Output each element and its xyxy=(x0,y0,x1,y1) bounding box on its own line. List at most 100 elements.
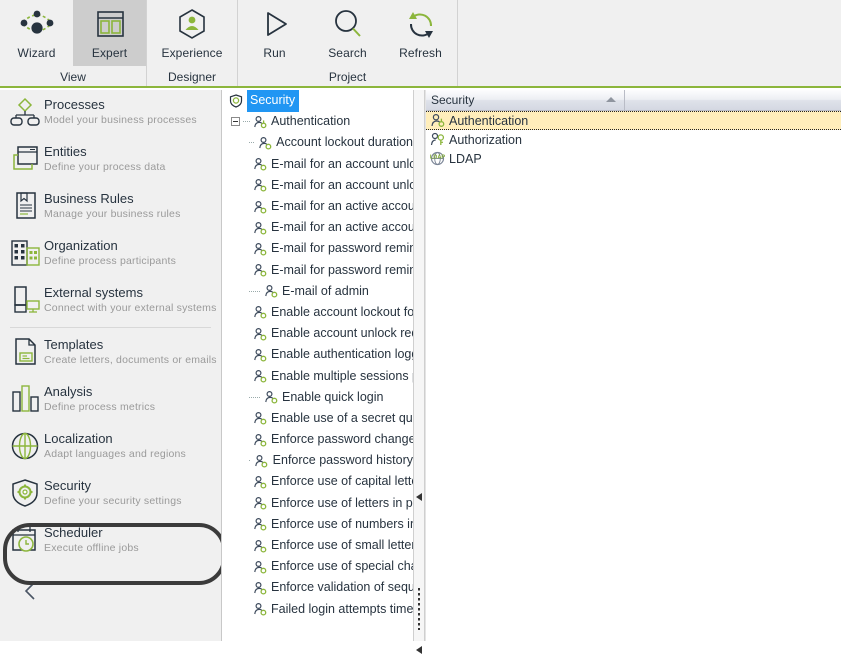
sidebar-item-organization-subtitle: Define process participants xyxy=(44,255,177,267)
sidebar-item-analysis[interactable]: Analysis Define process metrics xyxy=(0,377,221,424)
sidebar-item-business-rules-text: Business Rules Manage your business rule… xyxy=(44,187,181,221)
sidebar-item-organization-title: Organization xyxy=(44,238,118,253)
sidebar-collapse-button[interactable] xyxy=(18,579,44,605)
analysis-icon xyxy=(8,380,44,418)
tree-node-security[interactable]: Security xyxy=(223,90,413,113)
sidebar-item-templates[interactable]: Templates Create letters, documents or e… xyxy=(0,330,221,377)
tree-node-setting-label: Enforce password history xyxy=(272,453,413,468)
experience-button[interactable]: Experience xyxy=(147,0,237,66)
search-button-label: Search xyxy=(328,46,367,60)
dotted-grip-icon xyxy=(418,588,420,630)
ribbon-groups: Wizard Expert View Experience Designer R… xyxy=(0,0,841,86)
ribbon-toolbar: Wizard Expert View Experience Designer R… xyxy=(0,0,841,88)
grid-row[interactable]: Authorization xyxy=(425,130,841,149)
sidebar-item-scheduler[interactable]: Scheduler Execute offline jobs xyxy=(0,518,221,565)
tree-children-list: Account lockout duration E-mail for an ac… xyxy=(223,132,413,619)
tree-node-setting[interactable]: Enforce use of letters in pa xyxy=(223,493,413,514)
grid-row[interactable]: LDAP LDAP xyxy=(425,149,841,168)
expert-button[interactable]: Expert xyxy=(73,0,146,66)
tree-connector xyxy=(243,121,250,123)
tree-node-setting-label: E-mail for an active accoun xyxy=(271,220,413,235)
sidebar-item-external-systems[interactable]: External systems Connect with your exter… xyxy=(0,278,221,325)
ribbon-group-project-label: Project xyxy=(328,70,367,84)
sidebar-item-security-title: Security xyxy=(44,478,91,493)
tree-node-setting[interactable]: Enforce use of capital lette xyxy=(223,471,413,492)
wizard-button-label: Wizard xyxy=(17,46,56,60)
tree-node-setting-label: E-mail for an account unlo xyxy=(271,177,413,192)
tree-node-setting[interactable]: Enforce password history xyxy=(223,450,413,471)
sidebar-divider xyxy=(10,327,211,328)
security-icon xyxy=(8,474,44,512)
sidebar-item-localization[interactable]: Localization Adapt languages and regions xyxy=(0,424,221,471)
scheduler-icon xyxy=(8,521,44,559)
tree-node-setting[interactable]: E-mail for an account unlo xyxy=(223,154,413,175)
tree-node-setting[interactable]: E-mail for an active accoun xyxy=(223,217,413,238)
tree-node-setting[interactable]: Enable use of a secret ques xyxy=(223,408,413,429)
tree-node-setting[interactable]: Enforce use of numbers in xyxy=(223,514,413,535)
tree-node-setting[interactable]: Enforce use of small letters xyxy=(223,535,413,556)
tree-node-setting[interactable]: Enable quick login xyxy=(223,387,413,408)
sidebar-item-business-rules-title: Business Rules xyxy=(44,191,134,206)
tree-node-setting[interactable]: Enforce validation of sequ xyxy=(223,577,413,598)
ribbon-group-designer: Experience Designer xyxy=(146,0,237,86)
tree-node-setting-label: Enforce use of capital lette xyxy=(271,474,413,489)
tree-node-setting[interactable]: Enable authentication logg xyxy=(223,344,413,365)
tree-node-setting[interactable]: E-mail for an account unlo xyxy=(223,175,413,196)
ribbon-group-view: Wizard Expert View xyxy=(0,0,146,86)
sidebar-item-scheduler-title: Scheduler xyxy=(44,525,103,540)
sidebar-item-entities[interactable]: Entities Define your process data xyxy=(0,137,221,184)
tree-node-setting[interactable]: E-mail for password remin xyxy=(223,238,413,259)
run-button-label: Run xyxy=(263,46,286,60)
tree-node-setting[interactable]: Enable multiple sessions p xyxy=(223,365,413,386)
splitter-collapse-up-icon[interactable] xyxy=(416,493,423,502)
user-key-icon xyxy=(251,241,268,257)
grid-row-label: LDAP xyxy=(449,151,482,166)
search-button[interactable]: Search xyxy=(311,0,384,66)
tree-node-setting[interactable]: Enforce password change xyxy=(223,429,413,450)
run-button[interactable]: Run xyxy=(238,0,311,66)
tree-connector xyxy=(249,460,251,462)
tree-connector xyxy=(249,142,255,144)
tree-node-setting[interactable]: Account lockout duration xyxy=(223,132,413,153)
panel-splitter[interactable] xyxy=(413,90,425,654)
tree-node-setting[interactable]: E-mail for an active accoun xyxy=(223,196,413,217)
user-key-icon xyxy=(251,199,268,215)
ribbon-group-project: Run Search Refresh Project xyxy=(237,0,457,86)
sidebar-item-templates-subtitle: Create letters, documents or emails xyxy=(44,354,217,366)
tree-node-setting[interactable]: Failed login attempts time- xyxy=(223,599,413,620)
tree-node-setting-label: Account lockout duration xyxy=(276,135,413,150)
tree-node-authentication[interactable]: Authentication xyxy=(223,111,413,132)
search-icon xyxy=(328,4,368,46)
tree-connector xyxy=(249,396,260,398)
splitter-collapse-down-icon[interactable] xyxy=(416,646,423,655)
grid-rows: Authentication Authorization LDAP LDAP xyxy=(425,111,841,168)
tree-node-setting[interactable]: E-mail for password remin xyxy=(223,260,413,281)
tree-node-setting-label: Enable use of a secret ques xyxy=(271,410,413,425)
grid-column-security[interactable]: Security xyxy=(425,90,625,110)
tree-node-setting-label: Enforce validation of sequ xyxy=(271,580,413,595)
user-key-icon xyxy=(251,114,268,130)
refresh-button[interactable]: Refresh xyxy=(384,0,457,66)
sidebar-item-business-rules[interactable]: Business Rules Manage your business rule… xyxy=(0,184,221,231)
tree-node-setting-label: E-mail of admin xyxy=(282,283,369,298)
wizard-button[interactable]: Wizard xyxy=(0,0,73,66)
grid-column-empty[interactable] xyxy=(625,90,841,110)
sidebar-item-organization[interactable]: Organization Define process participants xyxy=(0,231,221,278)
security-shield-icon xyxy=(227,93,244,109)
tree-node-setting-label: E-mail for password remin xyxy=(271,241,413,256)
sidebar-item-processes[interactable]: Processes Model your business processes xyxy=(0,90,221,137)
expert-button-label: Expert xyxy=(91,46,128,60)
tree-node-setting[interactable]: Enable account lockout for xyxy=(223,302,413,323)
ribbon-filler xyxy=(457,0,841,86)
svg-text:LDAP: LDAP xyxy=(430,154,445,160)
tree-node-setting[interactable]: E-mail of admin xyxy=(223,281,413,302)
tree-expander-authentication[interactable] xyxy=(231,117,240,127)
tree-node-setting[interactable]: Enforce use of special char xyxy=(223,556,413,577)
sidebar-item-security[interactable]: Security Define your security settings xyxy=(0,471,221,518)
user-key-icon xyxy=(251,156,268,172)
grid-row[interactable]: Authentication xyxy=(425,111,841,130)
templates-icon xyxy=(8,333,44,371)
sidebar-item-entities-title: Entities xyxy=(44,144,87,159)
tree-node-setting[interactable]: Enable account unlock req xyxy=(223,323,413,344)
tree-node-setting-label: Enforce use of special char xyxy=(271,559,413,574)
